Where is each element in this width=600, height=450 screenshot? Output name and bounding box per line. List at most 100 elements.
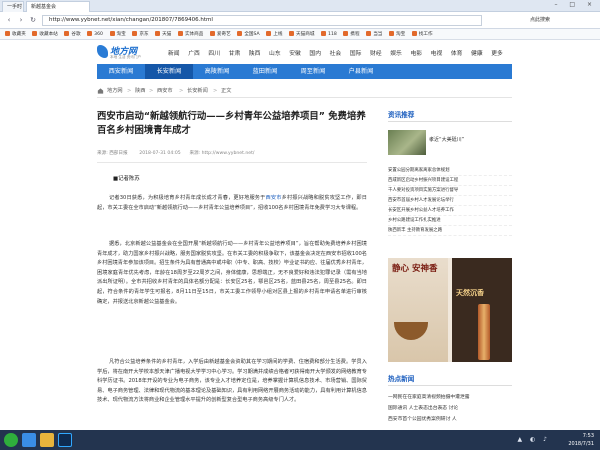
bookmark-item[interactable]: 爱奇艺 [209, 29, 231, 39]
bookmark-item[interactable]: 天猫 [155, 29, 171, 39]
search-shortcut[interactable]: 点此搜索 [530, 15, 550, 26]
article-paragraph: 记者30日获悉，为积极培育乡村青年成长成才青春，更好地服务于西安市乡村振兴战略和… [97, 195, 367, 211]
top-nav-item[interactable]: 广西 [188, 48, 200, 57]
bookmark-icon [155, 31, 161, 36]
top-nav-item[interactable]: 娱乐 [390, 48, 402, 57]
top-nav-item[interactable]: 国际 [350, 48, 362, 57]
top-nav-item[interactable]: 陕西 [249, 48, 261, 57]
list-item[interactable]: 一网民在在家庭高清视频拍摄中遭泄露 [388, 392, 512, 403]
top-nav-item[interactable]: 电影 [410, 48, 422, 57]
top-nav-item[interactable]: 安徽 [289, 48, 301, 57]
back-icon[interactable]: ‹ [4, 15, 14, 25]
bookmark-icon [411, 31, 417, 36]
article-paragraph: 据悉，北京新越公益基金会在全国开展“新越领航行动——乡村青年公益培养项目”，旨在… [97, 241, 367, 305]
list-item[interactable]: 西安市首届乡村人才发展论坛举行 [388, 196, 512, 206]
breadcrumb-item[interactable]: 地方网 [107, 86, 123, 96]
recommend-caption[interactable]: 孝近“大美砥川” [429, 136, 464, 143]
top-nav-item[interactable]: 体育 [451, 48, 463, 57]
bookmark-icon [132, 31, 138, 36]
bookmark-item[interactable]: 全国SA [237, 29, 260, 39]
refresh-icon[interactable]: ↻ [28, 15, 38, 25]
article-byline: ■记者陈苏 [113, 176, 140, 182]
bookmark-icon [209, 31, 215, 36]
bookmark-item[interactable]: 谷歌 [64, 29, 81, 39]
bookmark-item[interactable]: 收藏本站 [32, 29, 58, 39]
list-item[interactable]: 长安区开展乡村公益人才培养工作 [388, 206, 512, 216]
inline-link[interactable]: 西安市 [266, 195, 282, 201]
breadcrumb-item[interactable]: 西安市 [157, 86, 173, 96]
list-item[interactable]: 千人要对投资项目实施方案进行督导 [388, 186, 512, 196]
site-logo[interactable]: 地方网 本地 生活 资讯门户 [97, 44, 163, 61]
forward-icon[interactable]: › [16, 15, 26, 25]
browser-tab-2[interactable]: 新越基金会 [26, 1, 90, 12]
bookmark-item[interactable]: 淘宝 [389, 29, 405, 39]
channel-tab-active[interactable]: 长安新闻 [145, 64, 193, 79]
article-paragraph: 凡符合公益培养条件的乡村青年，入学后由新越基金会资助其在学习期间的学费、住宿费和… [97, 359, 367, 404]
bookmark-item[interactable]: 实体商品 [177, 29, 203, 39]
taskbar: ▲ ◐ ♪ 7:53 2018/7/31 [0, 430, 600, 450]
top-nav-item[interactable]: 甘肃 [229, 48, 241, 57]
url-input[interactable]: http://www.yybnet.net/xian/changan/20180… [42, 15, 482, 26]
bookmark-item[interactable]: 找工作 [411, 29, 433, 39]
bookmark-icon [109, 31, 115, 36]
top-nav-item[interactable]: 电视 [431, 48, 443, 57]
bookmarks-bar: 收藏夹 收藏本站 谷歌 360 淘宝 京东 天猫 实体商品 爱奇艺 全国SA 上… [0, 29, 600, 40]
photoshop-icon[interactable] [58, 433, 72, 447]
bookmark-icon [64, 31, 70, 36]
taskbar-clock[interactable]: 7:53 2018/7/31 [568, 432, 594, 448]
bookmark-item[interactable]: 携程 [343, 29, 360, 39]
top-nav-item[interactable]: 新闻 [168, 48, 180, 57]
top-nav-item[interactable]: 更多 [491, 48, 503, 57]
top-nav-item[interactable]: 国内 [309, 48, 321, 57]
bookmark-icon [87, 31, 93, 36]
bookmark-item[interactable]: 淘宝 [109, 29, 126, 39]
window-controls[interactable]: – □ × [554, 1, 597, 8]
top-nav-item[interactable]: 健康 [471, 48, 483, 57]
browser-icon[interactable] [22, 433, 36, 447]
divider [97, 162, 367, 163]
advertisement[interactable]: 静心 安神香 天然沉香 [388, 258, 512, 362]
browser-tab-1[interactable]: 一手时 [2, 1, 24, 12]
system-tray-icons[interactable]: ▲ ◐ ♪ [518, 436, 551, 443]
breadcrumb-item[interactable]: 陕西 [135, 86, 145, 96]
bookmark-icon [177, 31, 183, 36]
folder-icon[interactable] [40, 433, 54, 447]
channel-tab[interactable]: 西安新闻 [97, 64, 145, 79]
breadcrumb-item[interactable]: 长安新闻 [187, 86, 208, 96]
bookmark-icon [289, 31, 295, 36]
bookmark-item[interactable]: 京东 [132, 29, 149, 39]
bookmark-icon [366, 31, 372, 36]
list-item[interactable]: 安置公园分期离家离家总体规划 [388, 166, 512, 176]
bookmark-item[interactable]: 天猫商城 [289, 29, 314, 39]
channel-tab[interactable]: 周至新闻 [289, 64, 337, 79]
bookmark-item[interactable]: 收藏夹 [5, 29, 26, 39]
sidebar: 资讯推荐 孝近“大美砥川” 安置公园分期离家离家总体规划 西咸新区启动乡村振兴项… [388, 110, 512, 422]
top-nav-item[interactable]: 四川 [208, 48, 220, 57]
list-item[interactable]: 西安市首个公园优秀案例研讨 人 [388, 414, 512, 425]
list-item[interactable]: 陕西新丰 主持教育发展之路 [388, 226, 512, 236]
bookmark-icon [5, 31, 10, 36]
breadcrumb: 地方网 > 陕西 > 西安市 > 长安新闻 > 正文 [97, 86, 512, 98]
top-nav-item[interactable]: 社会 [330, 48, 342, 57]
bookmark-item[interactable]: 当当 [366, 29, 382, 39]
address-bar-row: ‹ › ↻ http://www.yybnet.net/xian/changan… [0, 12, 600, 29]
recommend-list: 安置公园分期离家离家总体规划 西咸新区启动乡村振兴项目建设工程 千人要对投资项目… [388, 166, 512, 236]
list-item[interactable]: 西咸新区启动乡村振兴项目建设工程 [388, 176, 512, 186]
channel-tab[interactable]: 户县新闻 [337, 64, 385, 79]
top-nav-item[interactable]: 财经 [370, 48, 382, 57]
list-item[interactable]: 乡村公路建设工作扎实推进 [388, 216, 512, 226]
recommend-thumbnail[interactable] [388, 130, 426, 155]
bookmark-item[interactable]: 上线 [266, 29, 282, 39]
article-title: 西安市启动“新越领航行动——乡村青年公益培养项目” 免费培养百名乡村困境青年成才 [97, 111, 366, 136]
bookmark-icon [32, 31, 38, 36]
list-item[interactable]: 国际通讯 人士表态出台表态 讨论 [388, 403, 512, 414]
bookmark-item[interactable]: 118 [321, 29, 337, 39]
channel-tab[interactable]: 高陵新闻 [193, 64, 241, 79]
hot-list: 一网民在在家庭高清视频拍摄中遭泄露 国际通讯 人士表态出台表态 讨论 西安市首个… [388, 392, 512, 425]
channel-tab[interactable]: 蓝田新闻 [241, 64, 289, 79]
home-icon [97, 88, 104, 94]
bookmark-item[interactable]: 360 [87, 29, 103, 39]
top-nav-item[interactable]: 山东 [269, 48, 281, 57]
top-nav: 新闻 广西 四川 甘肃 陕西 山东 安徽 国内 社会 国际 财经 娱乐 电影 电… [168, 48, 510, 57]
wechat-icon[interactable] [4, 433, 18, 447]
